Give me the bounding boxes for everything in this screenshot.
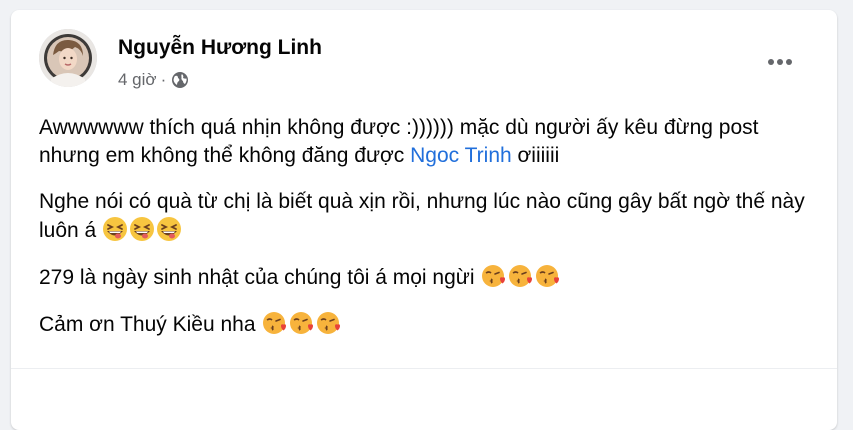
more-options-button[interactable]: [760, 48, 800, 76]
post-body: Awwwwww thích quá nhịn không được :)))))…: [39, 114, 819, 357]
face-blowing-kiss-emoji: [481, 263, 507, 289]
meta-separator: ·: [160, 70, 167, 89]
paragraph-text: Cảm ơn Thuý Kiều nha: [39, 313, 256, 336]
face-blowing-kiss-emoji: [262, 310, 288, 336]
mention-link[interactable]: Ngoc Trinh: [410, 144, 512, 167]
emoji-group: [102, 216, 183, 242]
paragraph-text: 279 là ngày sinh nhật của chúng tôi á mọ…: [39, 266, 475, 289]
grinning-squinting-tongue-emoji: [156, 216, 182, 242]
post-paragraph-4: Cảm ơn Thuý Kiều nha: [39, 310, 819, 339]
more-horizontal-icon: [766, 53, 794, 71]
author-name[interactable]: Nguyễn Hương Linh: [118, 36, 322, 60]
face-blowing-kiss-emoji: [535, 263, 561, 289]
face-blowing-kiss-emoji: [289, 310, 315, 336]
emoji-group: [262, 310, 343, 336]
post-divider: [11, 368, 837, 369]
post-card: Nguyễn Hương Linh 4 giờ · Awwwwww thích …: [11, 10, 837, 430]
grinning-squinting-tongue-emoji: [129, 216, 155, 242]
face-blowing-kiss-emoji: [316, 310, 342, 336]
post-paragraph-1: Awwwwww thích quá nhịn không được :)))))…: [39, 114, 819, 170]
post-paragraph-3: 279 là ngày sinh nhật của chúng tôi á mọ…: [39, 263, 819, 292]
post-meta: 4 giờ ·: [118, 69, 189, 91]
globe-icon[interactable]: [171, 71, 189, 89]
post-timestamp[interactable]: 4 giờ: [118, 70, 157, 90]
author-avatar[interactable]: [39, 29, 97, 87]
paragraph-text: ơiiiiii: [511, 144, 560, 167]
grinning-squinting-tongue-emoji: [102, 216, 128, 242]
paragraph-text: Awwwwww thích quá nhịn không được :)))))…: [39, 116, 759, 167]
face-blowing-kiss-emoji: [508, 263, 534, 289]
post-paragraph-2: Nghe nói có quà từ chị là biết quà xịn r…: [39, 188, 819, 245]
emoji-group: [481, 263, 562, 289]
